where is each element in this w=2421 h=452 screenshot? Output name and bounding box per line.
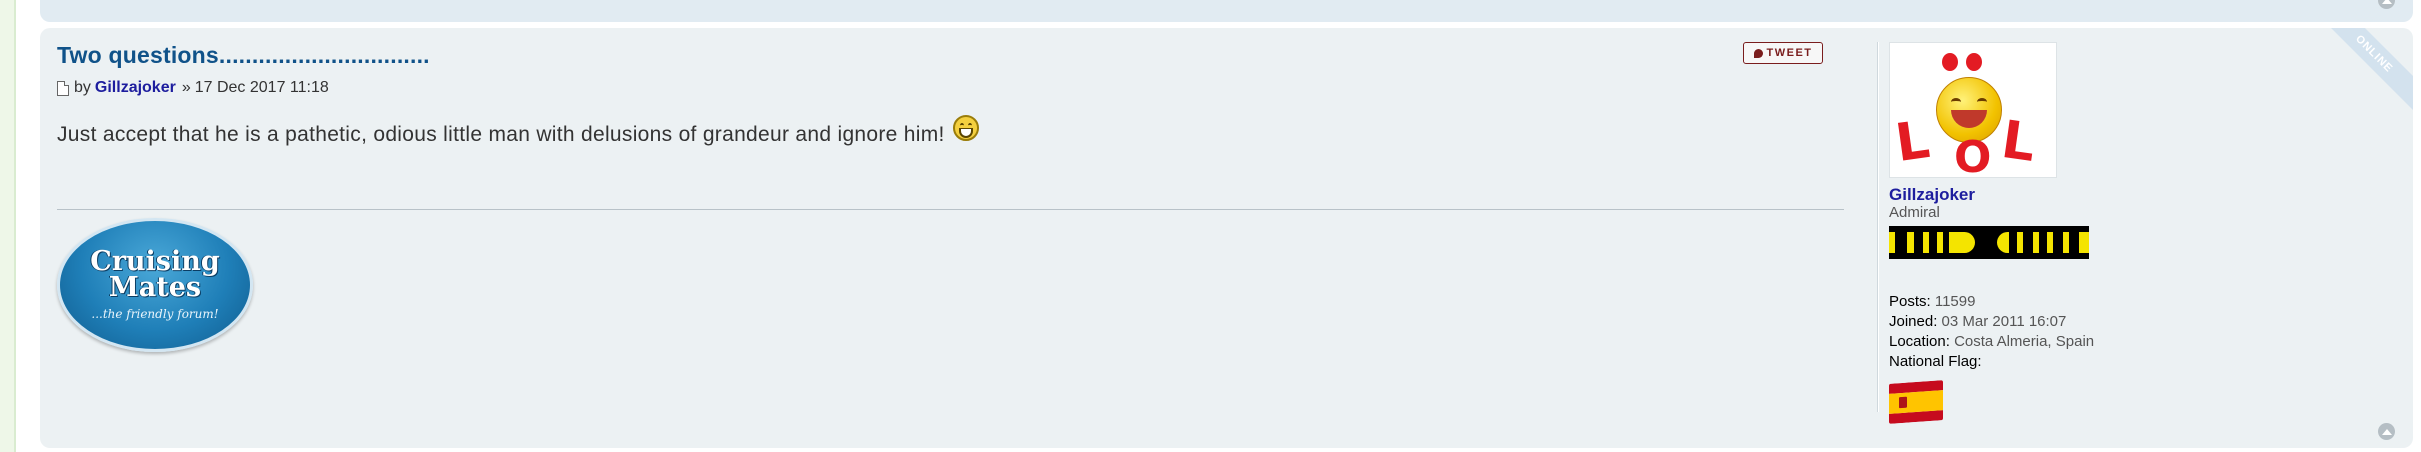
- post-profile: L O L Gillzajoker Admiral Posts: 11599 J…: [1878, 42, 2219, 424]
- posts-label: Posts:: [1889, 293, 1931, 310]
- signature-tagline: ...the friendly forum!: [91, 307, 219, 321]
- forum-post: ONLINE Two questions....................…: [40, 28, 2413, 448]
- post-author-link[interactable]: Gillzajoker: [95, 79, 176, 97]
- signature-line-2: Mates: [108, 272, 202, 303]
- profile-details: Posts: 11599 Joined: 03 Mar 2011 16:07 L…: [1889, 292, 2094, 372]
- grin-smiley-icon: [952, 115, 979, 141]
- online-badge: ONLINE: [2312, 28, 2413, 116]
- left-rail: [0, 0, 16, 452]
- post-text: Just accept that he is a pathetic, odiou…: [57, 123, 945, 146]
- spain-flag-icon: [1889, 380, 1943, 424]
- post-document-icon[interactable]: [57, 80, 69, 96]
- national-flag-label: National Flag:: [1889, 353, 1982, 370]
- by-label: by: [74, 79, 91, 96]
- post-content: Just accept that he is a pathetic, odiou…: [57, 115, 1872, 147]
- signature-divider: [57, 209, 1844, 210]
- meta-separator: »: [181, 79, 191, 96]
- profile-rank: Admiral: [1889, 204, 1940, 221]
- previous-post-bottom: [40, 0, 2413, 22]
- post-date: 17 Dec 2017 11:18: [194, 79, 329, 96]
- twitter-bird-icon: [1753, 48, 1763, 58]
- profile-location: Location: Costa Almeria, Spain: [1889, 332, 2094, 352]
- posts-value[interactable]: 11599: [1935, 293, 1976, 310]
- avatar-letter-l1: L: [1891, 109, 1934, 175]
- tweet-button[interactable]: TWEET: [1743, 42, 1823, 64]
- profile-national-flag: National Flag:: [1889, 352, 2094, 372]
- post-title[interactable]: Two questions...........................…: [57, 42, 1872, 69]
- location-value: Costa Almeria, Spain: [1954, 333, 2095, 350]
- back-to-top-icon[interactable]: [2378, 0, 2395, 9]
- avatar-letter-l2: L: [1997, 109, 2040, 175]
- rank-insignia-bar: [1889, 226, 2089, 259]
- profile-username[interactable]: Gillzajoker: [1889, 185, 1975, 205]
- signature-logo: Cruising Mates ...the friendly forum!: [57, 218, 253, 352]
- user-avatar[interactable]: L O L: [1889, 42, 2057, 178]
- profile-joined: Joined: 03 Mar 2011 16:07: [1889, 312, 2094, 332]
- joined-label: Joined:: [1889, 313, 1938, 330]
- avatar-letter-o: O: [1954, 132, 1992, 178]
- joined-value: 03 Mar 2011 16:07: [1941, 313, 2067, 330]
- back-to-top-icon[interactable]: [2378, 423, 2395, 440]
- avatar-bow: [1942, 51, 1982, 73]
- location-label: Location:: [1889, 333, 1950, 350]
- post-body: Two questions...........................…: [57, 42, 1872, 147]
- post-meta: by Gillzajoker » 17 Dec 2017 11:18: [57, 79, 1872, 97]
- tweet-label: TWEET: [1766, 47, 1813, 59]
- profile-posts: Posts: 11599: [1889, 292, 2094, 312]
